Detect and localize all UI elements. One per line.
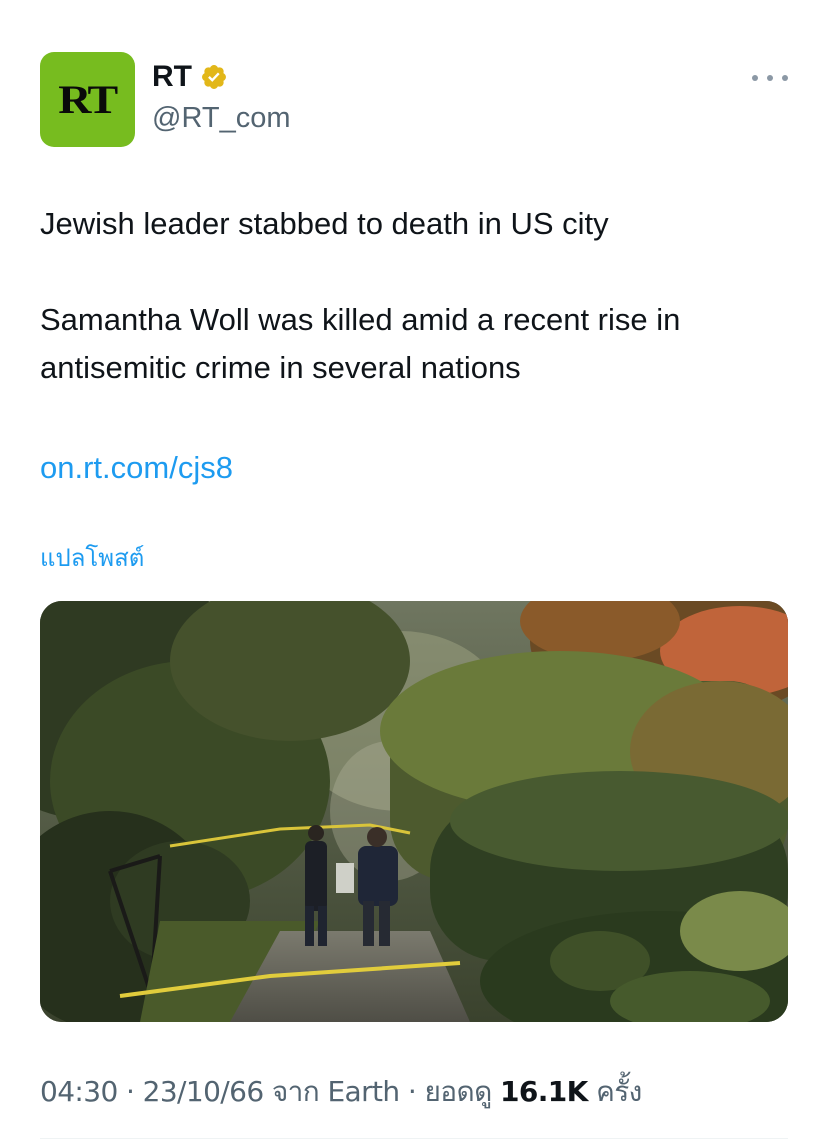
divider [40,1138,788,1139]
separator: · [399,1075,425,1108]
author-handle[interactable]: @RT_com [152,102,291,135]
author-name-row: RT [152,60,228,94]
translate-post-button[interactable]: แปลโพสต์ [40,540,144,576]
source-prefix: จาก [263,1075,328,1108]
avatar[interactable]: RT [40,52,135,147]
dot [767,75,773,81]
tweet-meta: 04:30 · 23/10/66 จาก Earth · ยอดดู 16.1K… [40,1072,642,1112]
views-label: ยอดดู [424,1075,500,1108]
tweet-photo[interactable] [40,601,788,1022]
dot [782,75,788,81]
avatar-logo-text: RT [58,77,119,122]
tweet-time[interactable]: 04:30 [40,1075,118,1108]
separator: · [117,1075,143,1108]
tweet-link[interactable]: on.rt.com/cjs8 [40,444,233,492]
tweet-body: Samantha Woll was killed amid a recent r… [40,302,681,385]
tweet-headline: Jewish leader stabbed to death in US cit… [40,206,609,241]
display-name[interactable]: RT [152,60,192,94]
gold-verified-badge-icon[interactable] [200,63,228,91]
tweet-date[interactable]: 23/10/66 [143,1075,265,1108]
dot [752,75,758,81]
tweet-source: Earth [327,1075,400,1108]
views-suffix: ครั้ง [587,1075,642,1108]
photo-illustration [40,601,788,1022]
views-count[interactable]: 16.1K [500,1075,588,1108]
more-horizontal-icon[interactable] [752,64,788,92]
